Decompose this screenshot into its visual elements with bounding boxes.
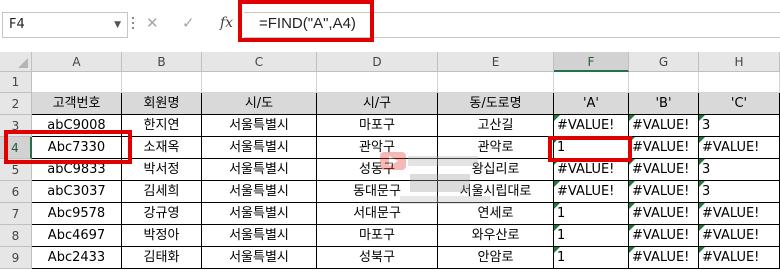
column-header-f[interactable]: F bbox=[554, 52, 629, 72]
resize-handle[interactable] bbox=[131, 14, 135, 36]
cell-a2[interactable]: 고객번호 bbox=[32, 93, 122, 115]
cell-f6[interactable]: #VALUE! bbox=[554, 181, 629, 203]
cell-b2[interactable]: 회원명 bbox=[122, 93, 202, 115]
cell-h2[interactable]: 'C' bbox=[699, 93, 780, 115]
insert-function-icon[interactable]: fx bbox=[220, 15, 233, 31]
cell-a6[interactable]: abC3037 bbox=[32, 181, 122, 203]
cell-g5[interactable]: #VALUE! bbox=[629, 159, 699, 181]
name-box-value: F4 bbox=[9, 17, 25, 32]
cell-h3[interactable]: 3 bbox=[699, 115, 780, 137]
highlight-formula bbox=[238, 0, 374, 42]
cell-a8[interactable]: Abc4697 bbox=[32, 225, 122, 247]
cell-g8[interactable]: #VALUE! bbox=[629, 225, 699, 247]
row-header-2[interactable]: 2 bbox=[0, 93, 32, 115]
cell-e5[interactable]: 왕십리로 bbox=[438, 159, 554, 181]
cancel-icon[interactable]: ✕ bbox=[146, 14, 159, 32]
cell-c4[interactable]: 서울특별시 bbox=[202, 137, 317, 159]
cell-a7[interactable]: Abc9578 bbox=[32, 203, 122, 225]
cell-h8[interactable]: #VALUE! bbox=[699, 225, 780, 247]
cell-g4[interactable]: #VALUE! bbox=[629, 137, 699, 159]
formula-bar: F4 ▼ ✕ ✓ fx =FIND("A",A4) bbox=[0, 0, 780, 52]
cell-d9[interactable]: 성북구 bbox=[317, 247, 438, 269]
name-box[interactable]: F4 ▼ bbox=[2, 12, 128, 38]
cell-b4[interactable]: 소재옥 bbox=[122, 137, 202, 159]
cell-f3[interactable]: #VALUE! bbox=[554, 115, 629, 137]
cell-e2[interactable]: 동/도로명 bbox=[438, 93, 554, 115]
select-all-corner[interactable] bbox=[0, 52, 32, 72]
cell-b3[interactable]: 한지연 bbox=[122, 115, 202, 137]
cell-d3[interactable]: 마포구 bbox=[317, 115, 438, 137]
cell-e4[interactable]: 관악로 bbox=[438, 137, 554, 159]
enter-icon[interactable]: ✓ bbox=[182, 14, 195, 32]
cell-b6[interactable]: 김세희 bbox=[122, 181, 202, 203]
cell-c1[interactable] bbox=[202, 72, 317, 93]
cell-c9[interactable]: 서울특별시 bbox=[202, 247, 317, 269]
cell-e9[interactable]: 안암로 bbox=[438, 247, 554, 269]
cell-h1[interactable] bbox=[699, 72, 780, 93]
column-header-g[interactable]: G bbox=[629, 52, 699, 72]
row-header-6[interactable]: 6 bbox=[0, 181, 32, 203]
cell-h5[interactable]: 3 bbox=[699, 159, 780, 181]
cell-g9[interactable]: #VALUE! bbox=[629, 247, 699, 269]
cell-a1[interactable] bbox=[32, 72, 122, 93]
row-header-7[interactable]: 7 bbox=[0, 203, 32, 225]
column-header-a[interactable]: A bbox=[32, 52, 122, 72]
column-header-d[interactable]: D bbox=[317, 52, 438, 72]
cell-g1[interactable] bbox=[629, 72, 699, 93]
cell-h7[interactable]: #VALUE! bbox=[699, 203, 780, 225]
cell-a9[interactable]: Abc2433 bbox=[32, 247, 122, 269]
cell-g2[interactable]: 'B' bbox=[629, 93, 699, 115]
cell-b8[interactable]: 박정아 bbox=[122, 225, 202, 247]
cell-c8[interactable]: 서울특별시 bbox=[202, 225, 317, 247]
cell-b7[interactable]: 강규영 bbox=[122, 203, 202, 225]
cell-e6[interactable]: 서울시립대로 bbox=[438, 181, 554, 203]
cell-c6[interactable]: 서울특별시 bbox=[202, 181, 317, 203]
column-header-b[interactable]: B bbox=[122, 52, 202, 72]
cell-e1[interactable] bbox=[438, 72, 554, 93]
cell-g3[interactable]: #VALUE! bbox=[629, 115, 699, 137]
cell-d2[interactable]: 시/구 bbox=[317, 93, 438, 115]
cell-h4[interactable]: #VALUE! bbox=[699, 137, 780, 159]
cell-h6[interactable]: 3 bbox=[699, 181, 780, 203]
cell-h9[interactable]: #VALUE! bbox=[699, 247, 780, 269]
row-header-8[interactable]: 8 bbox=[0, 225, 32, 247]
row-header-9[interactable]: 9 bbox=[0, 247, 32, 269]
cell-f5[interactable]: #VALUE! bbox=[554, 159, 629, 181]
column-header-h[interactable]: H bbox=[699, 52, 780, 72]
cell-g6[interactable]: #VALUE! bbox=[629, 181, 699, 203]
cell-c2[interactable]: 시/도 bbox=[202, 93, 317, 115]
highlight-cell-a4 bbox=[4, 130, 132, 164]
cell-b5[interactable]: 박서정 bbox=[122, 159, 202, 181]
cell-c5[interactable]: 서울특별시 bbox=[202, 159, 317, 181]
cell-f7[interactable]: 1 bbox=[554, 203, 629, 225]
column-header-c[interactable]: C bbox=[202, 52, 317, 72]
cell-d1[interactable] bbox=[317, 72, 438, 93]
cell-b1[interactable] bbox=[122, 72, 202, 93]
column-header-e[interactable]: E bbox=[438, 52, 554, 72]
cell-e8[interactable]: 와우산로 bbox=[438, 225, 554, 247]
cell-f2[interactable]: 'A' bbox=[554, 93, 629, 115]
cell-d4[interactable]: 관악구 bbox=[317, 137, 438, 159]
cell-d7[interactable]: 서대문구 bbox=[317, 203, 438, 225]
chevron-down-icon[interactable]: ▼ bbox=[114, 13, 121, 37]
highlight-cell-f4 bbox=[548, 136, 632, 162]
cell-f1[interactable] bbox=[554, 72, 629, 93]
row-header-1[interactable]: 1 bbox=[0, 72, 32, 93]
cell-d6[interactable]: 동대문구 bbox=[317, 181, 438, 203]
cell-b9[interactable]: 김태화 bbox=[122, 247, 202, 269]
cell-e7[interactable]: 연세로 bbox=[438, 203, 554, 225]
cell-d5[interactable]: 성동구 bbox=[317, 159, 438, 181]
cell-d8[interactable]: 마포구 bbox=[317, 225, 438, 247]
cell-g7[interactable]: #VALUE! bbox=[629, 203, 699, 225]
cell-e3[interactable]: 고산길 bbox=[438, 115, 554, 137]
cell-c3[interactable]: 서울특별시 bbox=[202, 115, 317, 137]
cell-c7[interactable]: 서울특별시 bbox=[202, 203, 317, 225]
cell-f8[interactable]: 1 bbox=[554, 225, 629, 247]
cell-f9[interactable]: 1 bbox=[554, 247, 629, 269]
